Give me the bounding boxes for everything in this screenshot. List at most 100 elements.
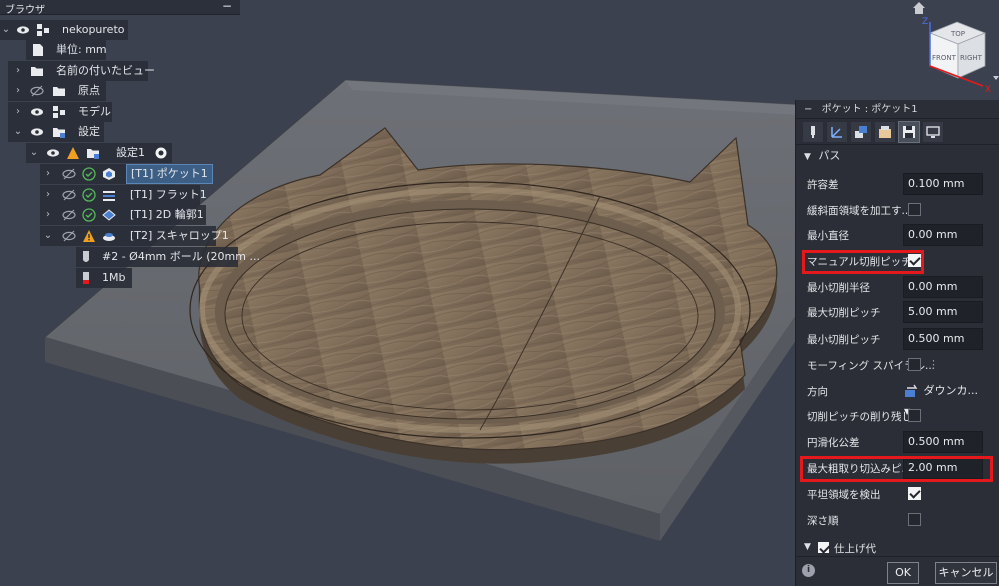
row-detect-flat-areas: 平坦領域を検出 [796, 483, 999, 505]
ok-button[interactable]: OK [887, 562, 919, 584]
eye-hidden-icon[interactable] [62, 208, 76, 222]
info-icon[interactable]: i [802, 564, 815, 577]
row-morphing-spiral: モーフィング スパイラル... ⋮ [796, 354, 999, 376]
min-stepover-input[interactable]: 0.500 mm [903, 328, 983, 350]
tree-item-root[interactable]: ⌄ nekopureto [0, 20, 128, 40]
tab-geometry[interactable] [826, 121, 848, 143]
cancel-button[interactable]: キャンセル [935, 562, 997, 584]
tree-item-label: [T2] スキャロップ1 [130, 229, 229, 242]
direction-select[interactable]: ダウンカ... ▼ [903, 380, 983, 416]
collapse-arrow-icon[interactable]: ⌄ [12, 122, 24, 142]
tree-item-filesize[interactable]: 1Mb [76, 268, 132, 288]
expand-arrow-icon[interactable]: › [42, 205, 54, 225]
eye-hidden-icon[interactable] [62, 167, 76, 181]
home-icon[interactable] [913, 2, 925, 14]
operation-properties-panel: − ポケット : ポケット1 ▼ パス 許容差 0.100 mm 緩斜面領域を加… [795, 100, 999, 586]
shallow-areas-checkbox[interactable] [908, 203, 921, 216]
tree-item-label: [T1] ポケット1 [126, 164, 213, 184]
tree-item-label: nekopureto [62, 23, 125, 36]
more-options-icon[interactable]: ⋮ [928, 358, 939, 371]
eye-icon[interactable] [30, 105, 44, 119]
eye-hidden-icon[interactable] [62, 188, 76, 202]
check-circle-icon [82, 208, 96, 222]
scallop-operation-icon [103, 233, 115, 241]
morphing-spiral-checkbox[interactable] [908, 358, 921, 371]
row-label: 最小直径 [807, 230, 849, 242]
heights-icon [855, 126, 867, 138]
tree-item-pocket1[interactable]: › [T1] ポケット1 [40, 164, 213, 184]
tab-linking[interactable] [898, 121, 920, 143]
eye-hidden-icon[interactable] [30, 84, 44, 98]
tree-item-model[interactable]: › モデル [8, 102, 112, 122]
tree-item-scallop1[interactable]: ⌄ [T2] スキャロップ1 [40, 226, 229, 246]
panel-collapse-button[interactable]: − [804, 104, 812, 115]
pocket-operation-icon [103, 168, 115, 180]
component-icon [37, 24, 49, 36]
setup-folder-icon [87, 149, 99, 159]
manual-stepover-checkbox[interactable] [908, 254, 921, 267]
collapse-arrow-icon[interactable]: ⌄ [0, 20, 12, 40]
warning-triangle-icon [83, 230, 95, 242]
expand-arrow-icon[interactable]: › [42, 164, 54, 184]
row-smoothing-tolerance: 円滑化公差 0.500 mm [796, 431, 999, 453]
row-stepover-leftover: 切削ピッチの削り残し... [796, 405, 999, 427]
tree-item-2d-contour1[interactable]: › [T1] 2D 輪郭1 [40, 205, 206, 225]
panel-header: − ポケット : ポケット1 [796, 100, 999, 119]
stepover-leftover-checkbox[interactable] [908, 409, 921, 422]
tree-item-tool[interactable]: #2 - Ø4mm ボール (20mm ... [76, 247, 260, 267]
section-passes[interactable]: ▼ パス [796, 145, 999, 167]
tree-item-label: #2 - Ø4mm ボール (20mm ... [102, 250, 260, 263]
tree-item-label: [T1] 2D 輪郭1 [130, 208, 204, 221]
max-stepover-input[interactable]: 5.00 mm [903, 301, 983, 323]
tree-item-label: 設定1 [116, 146, 145, 159]
stock-to-leave-checkbox[interactable] [818, 542, 829, 553]
tree-item-named-views[interactable]: › 名前の付いたビュー [8, 61, 155, 81]
tab-heights[interactable] [850, 121, 872, 143]
folder-icon [53, 87, 65, 96]
tree-item-units[interactable]: 単位: mm [26, 40, 107, 60]
tree-item-setup1[interactable]: ⌄ 設定1 [26, 143, 172, 163]
detect-flat-areas-checkbox[interactable] [908, 487, 921, 500]
tree-item-setups[interactable]: ⌄ 設定 [8, 122, 104, 142]
smoothing-tolerance-input[interactable]: 0.500 mm [903, 431, 983, 453]
section-title: パス [818, 149, 841, 162]
tab-passes[interactable] [874, 121, 896, 143]
expand-arrow-icon[interactable]: › [42, 185, 54, 205]
view-cube[interactable]: TOP FRONT RIGHT Z X [905, 0, 999, 96]
passes-icon [879, 126, 891, 138]
section-stock-to-leave[interactable]: ▼ 仕上げ代 [796, 542, 999, 556]
row-max-roughing-stepdown: 最大粗取り切込みピ... 2.00 mm [796, 457, 999, 479]
tolerance-input[interactable]: 0.100 mm [903, 173, 983, 195]
collapse-arrow-icon[interactable]: ⌄ [42, 226, 54, 246]
row-label: 円滑化公差 [807, 437, 860, 449]
min-cut-radius-input[interactable]: 0.00 mm [903, 276, 983, 298]
eye-icon[interactable] [46, 146, 60, 160]
tab-simulation[interactable] [922, 121, 944, 143]
expand-arrow-icon[interactable]: › [12, 102, 24, 122]
contour-operation-icon [102, 209, 116, 221]
tree-item-label: 名前の付いたビュー [56, 64, 155, 77]
tree-item-flat1[interactable]: › [T1] フラット1 [40, 185, 207, 205]
order-by-depth-checkbox[interactable] [908, 513, 921, 526]
row-label: マニュアル切削ピッチ [807, 256, 912, 268]
row-label: 平坦領域を検出 [807, 489, 881, 501]
row-direction: 方向 ダウンカ... ▼ [796, 380, 999, 416]
eye-hidden-icon[interactable] [62, 229, 76, 243]
collapse-arrow-icon[interactable]: ⌄ [28, 143, 40, 163]
active-setup-icon [155, 147, 167, 159]
eye-icon[interactable] [16, 23, 30, 37]
row-label: 最大粗取り切込みピ... [807, 463, 912, 475]
expand-arrow-icon[interactable]: › [12, 81, 24, 101]
save-disk-icon [903, 126, 915, 138]
min-diameter-input[interactable]: 0.00 mm [903, 224, 983, 246]
panel-tabs [796, 119, 999, 145]
cube-menu-arrow-icon[interactable] [993, 76, 999, 80]
browser-minimize-button[interactable]: − [222, 0, 232, 13]
expand-arrow-icon[interactable]: › [12, 61, 24, 81]
eye-icon[interactable] [30, 125, 44, 139]
chevron-down-icon: ▼ [804, 152, 811, 162]
tree-item-origin[interactable]: › 原点 [8, 81, 106, 101]
tab-tool[interactable] [802, 121, 824, 143]
max-roughing-stepdown-input[interactable]: 2.00 mm [903, 457, 983, 479]
browser-panel-header: ブラウザ − [0, 0, 240, 16]
